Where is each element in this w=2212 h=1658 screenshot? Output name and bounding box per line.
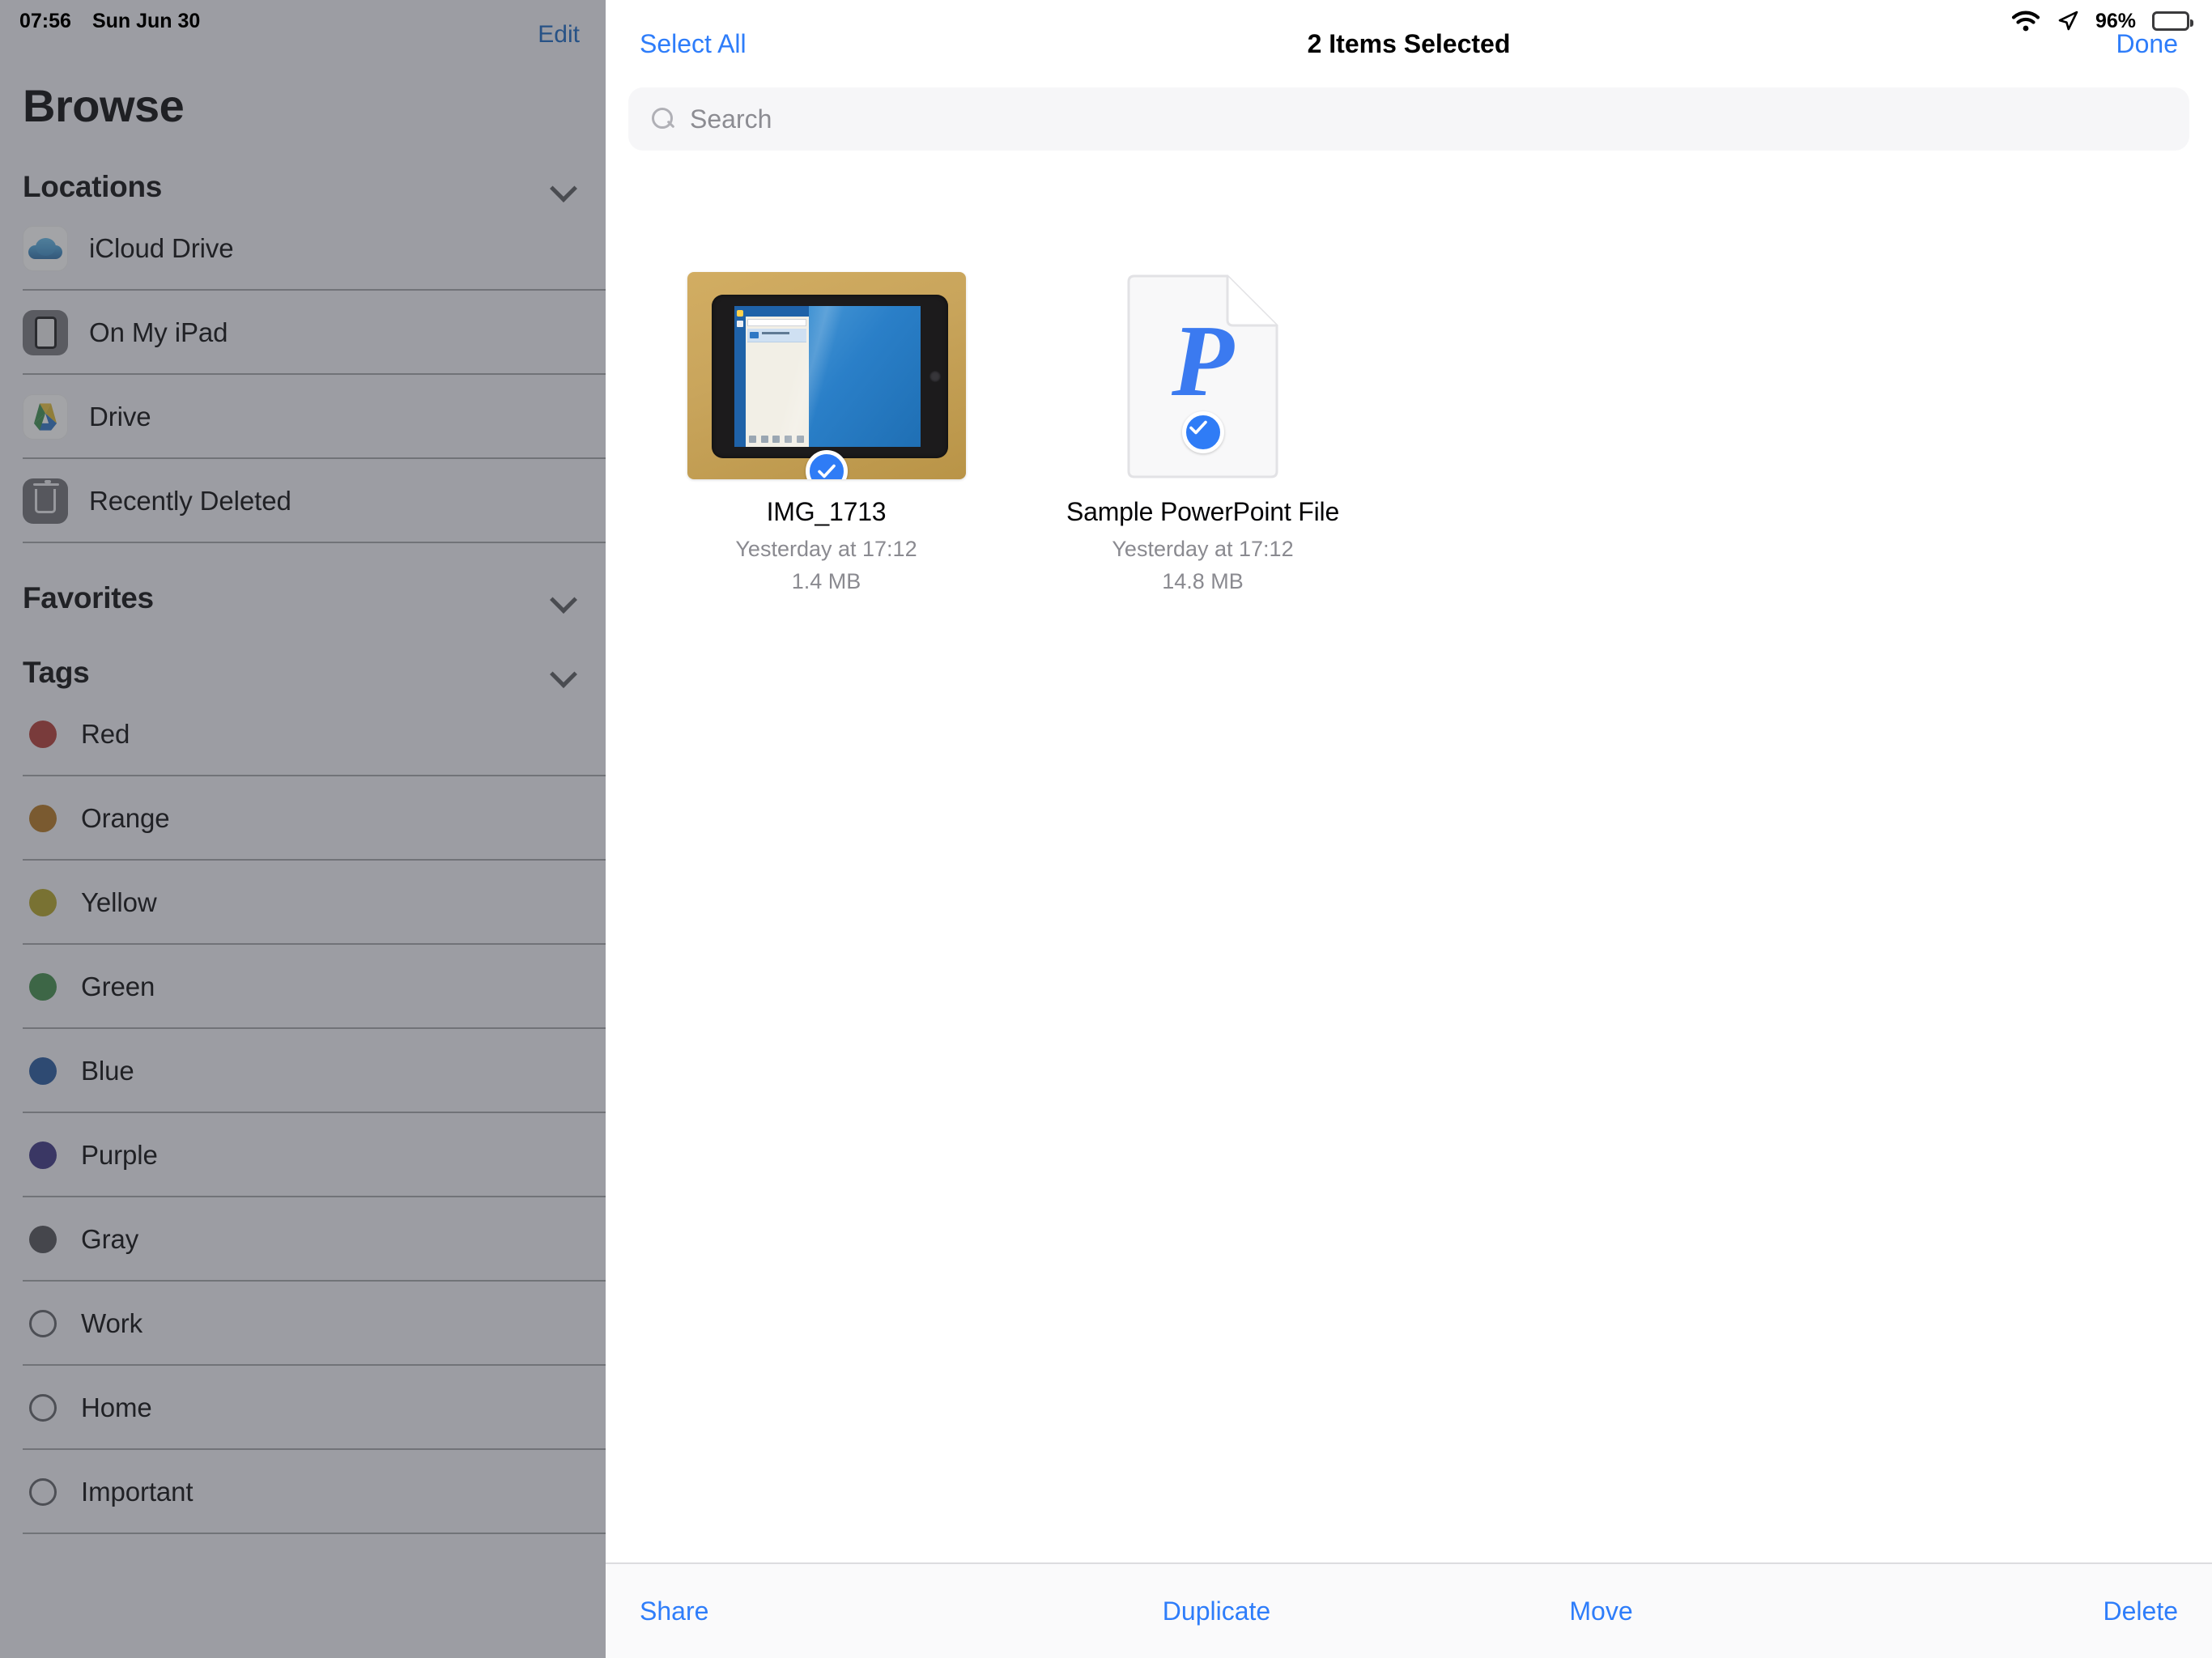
- sidebar-item-label: Green: [81, 971, 155, 1001]
- file-grid: IMG_1713 Yesterday at 17:12 1.4 MB P Sam…: [606, 151, 2212, 597]
- sidebar-section-locations-header[interactable]: Locations: [0, 132, 606, 206]
- wifi-icon: [2011, 10, 2040, 32]
- location-arrow-icon: [2057, 10, 2079, 32]
- sidebar-item-label: Red: [81, 719, 130, 749]
- main-panel: 96% Select All 2 Items Selected Done Sea…: [606, 0, 2212, 1658]
- sidebar-item-label: Recently Deleted: [89, 486, 291, 516]
- search-placeholder: Search: [690, 104, 772, 134]
- tag-dot-icon: [29, 1226, 57, 1253]
- duplicate-button[interactable]: Duplicate: [1024, 1596, 1409, 1626]
- sidebar-item-label: Purple: [81, 1140, 158, 1170]
- powerpoint-letter: P: [1172, 305, 1234, 418]
- sidebar: 07:56 Sun Jun 30 Edit Browse Locations i…: [0, 0, 606, 1658]
- chevron-down-icon[interactable]: [551, 665, 578, 681]
- search-input[interactable]: Search: [628, 87, 2189, 151]
- google-drive-icon: [23, 394, 68, 440]
- sidebar-item-label: Drive: [89, 402, 151, 432]
- sidebar-item-tag-important[interactable]: Important: [0, 1450, 606, 1534]
- tag-dot-icon: [29, 973, 57, 1001]
- sidebar-item-on-my-ipad[interactable]: On My iPad: [0, 291, 606, 375]
- sidebar-item-label: iCloud Drive: [89, 233, 234, 263]
- sidebar-item-tag-purple[interactable]: Purple: [0, 1113, 606, 1197]
- sidebar-item-tag-gray[interactable]: Gray: [0, 1197, 606, 1282]
- photo-thumbnail: [687, 272, 966, 479]
- files-app-window: 07:56 Sun Jun 30 Edit Browse Locations i…: [0, 0, 2212, 1658]
- sidebar-item-label: Home: [81, 1392, 152, 1422]
- sidebar-section-tags-header[interactable]: Tags: [0, 618, 606, 692]
- file-thumbnail-container: [687, 188, 966, 479]
- sidebar-section-favorites-header[interactable]: Favorites: [0, 543, 606, 618]
- tag-dot-outline-icon: [29, 1478, 57, 1506]
- sidebar-content: 07:56 Sun Jun 30 Edit Browse Locations i…: [0, 0, 606, 1658]
- sidebar-section-label: Favorites: [23, 581, 154, 614]
- tag-dot-outline-icon: [29, 1310, 57, 1337]
- search-bar-container: Search: [606, 87, 2212, 151]
- sidebar-item-label: Yellow: [81, 887, 157, 917]
- tag-dot-icon: [29, 721, 57, 748]
- file-item[interactable]: P Sample PowerPoint File Yesterday at 17…: [1015, 181, 1391, 597]
- select-all-button[interactable]: Select All: [640, 29, 747, 59]
- file-modified-date: Yesterday at 17:12: [735, 537, 917, 561]
- sidebar-item-recently-deleted[interactable]: Recently Deleted: [0, 459, 606, 543]
- sidebar-item-drive[interactable]: Drive: [0, 375, 606, 459]
- sidebar-item-label: Work: [81, 1308, 143, 1338]
- sidebar-item-label: Important: [81, 1477, 194, 1507]
- sidebar-section-label: Tags: [23, 656, 90, 689]
- status-bar-left: 07:56 Sun Jun 30: [0, 0, 606, 42]
- move-button[interactable]: Move: [1409, 1596, 1793, 1626]
- page-title: Browse: [23, 80, 185, 131]
- sidebar-item-label: Orange: [81, 803, 170, 833]
- sidebar-item-label: Blue: [81, 1056, 134, 1086]
- file-modified-date: Yesterday at 17:12: [1112, 537, 1294, 561]
- sidebar-item-label: On My iPad: [89, 317, 228, 347]
- action-toolbar: Share Duplicate Move Delete: [606, 1562, 2212, 1658]
- tag-dot-icon: [29, 805, 57, 832]
- icloud-drive-icon: [23, 226, 68, 271]
- status-bar-right: 96%: [2011, 0, 2193, 42]
- sidebar-item-tag-home[interactable]: Home: [0, 1366, 606, 1450]
- tag-dot-icon: [29, 889, 57, 916]
- status-bar-time: 07:56: [19, 9, 71, 32]
- file-item[interactable]: IMG_1713 Yesterday at 17:12 1.4 MB: [638, 181, 1015, 597]
- file-name: IMG_1713: [766, 497, 887, 526]
- status-bar-date: Sun Jun 30: [91, 9, 201, 32]
- delete-button[interactable]: Delete: [1793, 1596, 2212, 1626]
- sidebar-item-tag-yellow[interactable]: Yellow: [0, 861, 606, 945]
- tag-dot-outline-icon: [29, 1394, 57, 1422]
- battery-percentage: 96%: [2095, 9, 2136, 32]
- chevron-down-icon[interactable]: [551, 590, 578, 606]
- sidebar-item-tag-green[interactable]: Green: [0, 945, 606, 1029]
- sidebar-item-tag-work[interactable]: Work: [0, 1282, 606, 1366]
- tag-dot-icon: [29, 1057, 57, 1085]
- battery-full-icon: [2152, 11, 2193, 31]
- checkmark-circle-icon[interactable]: [1181, 411, 1224, 453]
- file-size: 1.4 MB: [791, 568, 861, 593]
- sidebar-item-label: Gray: [81, 1224, 139, 1254]
- file-size: 14.8 MB: [1162, 568, 1244, 593]
- selection-nav-bar: Select All 2 Items Selected Done: [606, 0, 2212, 87]
- sidebar-item-tag-red[interactable]: Red: [0, 692, 606, 776]
- chevron-down-icon[interactable]: [551, 179, 578, 195]
- share-button[interactable]: Share: [606, 1596, 1024, 1626]
- sidebar-item-icloud-drive[interactable]: iCloud Drive: [0, 206, 606, 291]
- sidebar-item-tag-orange[interactable]: Orange: [0, 776, 606, 861]
- selection-count-title: 2 Items Selected: [1307, 28, 1511, 58]
- sidebar-item-tag-blue[interactable]: Blue: [0, 1029, 606, 1113]
- trash-icon: [23, 478, 68, 524]
- powerpoint-document-icon: P: [1124, 274, 1282, 479]
- tag-dot-icon: [29, 1141, 57, 1169]
- ipad-device-icon: [23, 310, 68, 355]
- file-thumbnail-container: P: [1064, 188, 1342, 479]
- sidebar-section-label: Locations: [23, 170, 163, 203]
- search-icon: [651, 107, 675, 131]
- file-name: Sample PowerPoint File: [1066, 497, 1340, 526]
